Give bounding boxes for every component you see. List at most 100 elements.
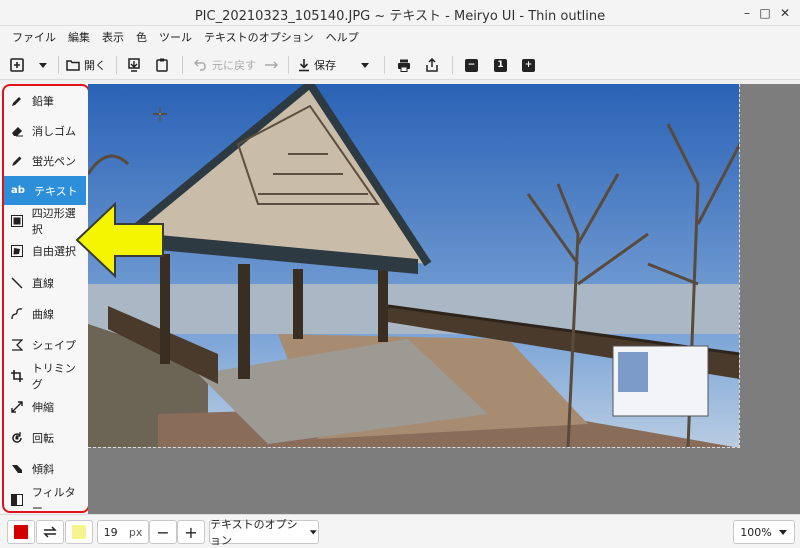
tool-shape[interactable]: シェイプ <box>4 330 86 359</box>
menu-edit[interactable]: 編集 <box>62 26 96 50</box>
size-increase-button[interactable]: + <box>177 520 205 544</box>
toolbar-separator <box>384 56 385 74</box>
secondary-color-swatch[interactable] <box>65 520 93 544</box>
tool-label: 消しゴム <box>32 124 76 138</box>
menu-text-options[interactable]: テキストのオプション <box>198 26 320 50</box>
folder-icon <box>66 60 80 71</box>
shape-icon <box>10 338 24 352</box>
pencil-icon <box>10 94 24 108</box>
open-label: 開く <box>84 59 106 72</box>
zoom-original-button[interactable]: 1 <box>494 54 507 76</box>
toolbar-separator <box>182 56 183 74</box>
new-dropdown-button[interactable] <box>38 54 48 76</box>
photo-image <box>88 84 739 447</box>
toolbar-separator <box>452 56 453 74</box>
maximize-button[interactable]: □ <box>756 4 774 22</box>
tool-rotate[interactable]: 回転 <box>4 423 86 452</box>
menu-help[interactable]: ヘルプ <box>320 26 365 50</box>
size-value: 19 <box>103 525 118 539</box>
secondary-color-fill <box>72 525 86 539</box>
save-dropdown-button[interactable] <box>360 54 370 76</box>
swap-icon <box>43 526 57 538</box>
zoom-in-button[interactable]: + <box>522 54 535 76</box>
tool-scale[interactable]: 伸縮 <box>4 392 86 421</box>
skew-icon <box>10 462 24 476</box>
text-options-label: テキストのオプション <box>210 518 298 547</box>
dropdown-arrow-icon <box>778 530 787 535</box>
tool-label: フィルター <box>31 485 76 515</box>
line-icon <box>10 276 24 290</box>
text-options-dropdown[interactable]: テキストのオプション <box>209 518 319 547</box>
open-button[interactable]: 開く <box>66 54 106 76</box>
tool-label: 回転 <box>32 431 54 445</box>
zoom-in-icon: + <box>522 58 535 72</box>
rotate-icon <box>10 431 24 445</box>
menu-view[interactable]: 表示 <box>96 26 130 50</box>
zoom-dropdown[interactable]: 100% <box>733 520 795 544</box>
tool-free-select[interactable]: 自由選択 <box>4 236 86 265</box>
tool-pencil[interactable]: 鉛筆 <box>4 86 86 115</box>
tool-label: 蛍光ペン <box>32 154 76 168</box>
minimize-button[interactable]: – <box>738 4 756 22</box>
tool-rect-select[interactable]: 四辺形選択 <box>4 206 86 236</box>
tool-label: 伸縮 <box>32 400 54 414</box>
crop-icon <box>10 369 24 383</box>
eraser-icon <box>10 124 24 138</box>
redo-button[interactable] <box>264 54 278 76</box>
primary-color-swatch[interactable] <box>7 520 35 544</box>
tool-crop[interactable]: トリミング <box>4 361 86 391</box>
canvas-area[interactable] <box>88 84 800 514</box>
new-button[interactable] <box>10 54 24 76</box>
save-icon <box>299 59 309 72</box>
toolbar-separator <box>116 56 117 74</box>
zoom-value: 100% <box>740 525 772 539</box>
photo-canvas[interactable] <box>88 84 740 448</box>
highlighter-icon <box>10 154 24 168</box>
tool-skew[interactable]: 傾斜 <box>4 454 86 483</box>
annotation-arrow-icon <box>75 201 164 279</box>
save-label: 保存 <box>314 59 336 72</box>
window-title: PIC_20210323_105140.JPG ~ テキスト - Meiryo … <box>194 9 606 24</box>
zoom-out-button[interactable]: − <box>465 54 478 76</box>
tool-label: 直線 <box>32 276 54 290</box>
menu-tools[interactable]: ツール <box>153 26 198 50</box>
tool-highlighter[interactable]: 蛍光ペン <box>4 146 86 175</box>
tool-label: 自由選択 <box>32 244 76 258</box>
tool-label: シェイプ <box>32 338 76 352</box>
clipboard-icon <box>156 58 168 72</box>
size-field[interactable]: 19 px <box>97 520 149 544</box>
swap-colors-button[interactable] <box>36 520 64 544</box>
redo-icon <box>265 61 278 69</box>
menu-file[interactable]: ファイル <box>6 26 62 50</box>
print-button[interactable] <box>397 54 411 76</box>
new-icon <box>10 58 24 72</box>
share-button[interactable] <box>426 54 438 76</box>
tool-label: 鉛筆 <box>32 94 54 108</box>
tool-label: 傾斜 <box>32 462 54 476</box>
filter-icon <box>10 493 24 507</box>
rect-select-icon <box>10 214 24 228</box>
tool-eraser[interactable]: 消しゴム <box>4 116 86 145</box>
menu-color[interactable]: 色 <box>130 26 153 50</box>
tool-filter[interactable]: フィルター <box>4 485 86 515</box>
share-icon <box>426 58 438 72</box>
dropdown-arrow-icon <box>361 63 369 68</box>
tool-label: 曲線 <box>32 307 54 321</box>
size-decrease-button[interactable]: − <box>149 520 177 544</box>
dropdown-arrow-icon <box>310 530 318 535</box>
toolbar-separator <box>58 56 59 74</box>
import-button[interactable] <box>128 54 140 76</box>
tool-text[interactable]: ab テキスト <box>4 176 86 205</box>
tool-curve[interactable]: 曲線 <box>4 299 86 328</box>
tool-line[interactable]: 直線 <box>4 268 86 297</box>
title-bar: PIC_20210323_105140.JPG ~ テキスト - Meiryo … <box>0 0 800 26</box>
clipboard-button[interactable] <box>156 54 168 76</box>
dropdown-arrow-icon <box>39 63 47 68</box>
menu-bar: ファイル 編集 表示 色 ツール テキストのオプション ヘルプ <box>0 26 800 50</box>
print-icon <box>398 59 410 72</box>
undo-button[interactable]: 元に戻す <box>194 54 256 76</box>
save-button[interactable]: 保存 <box>298 54 336 76</box>
close-button[interactable]: ✕ <box>776 4 794 22</box>
toolbar-separator <box>288 56 289 74</box>
primary-color-fill <box>14 525 28 539</box>
